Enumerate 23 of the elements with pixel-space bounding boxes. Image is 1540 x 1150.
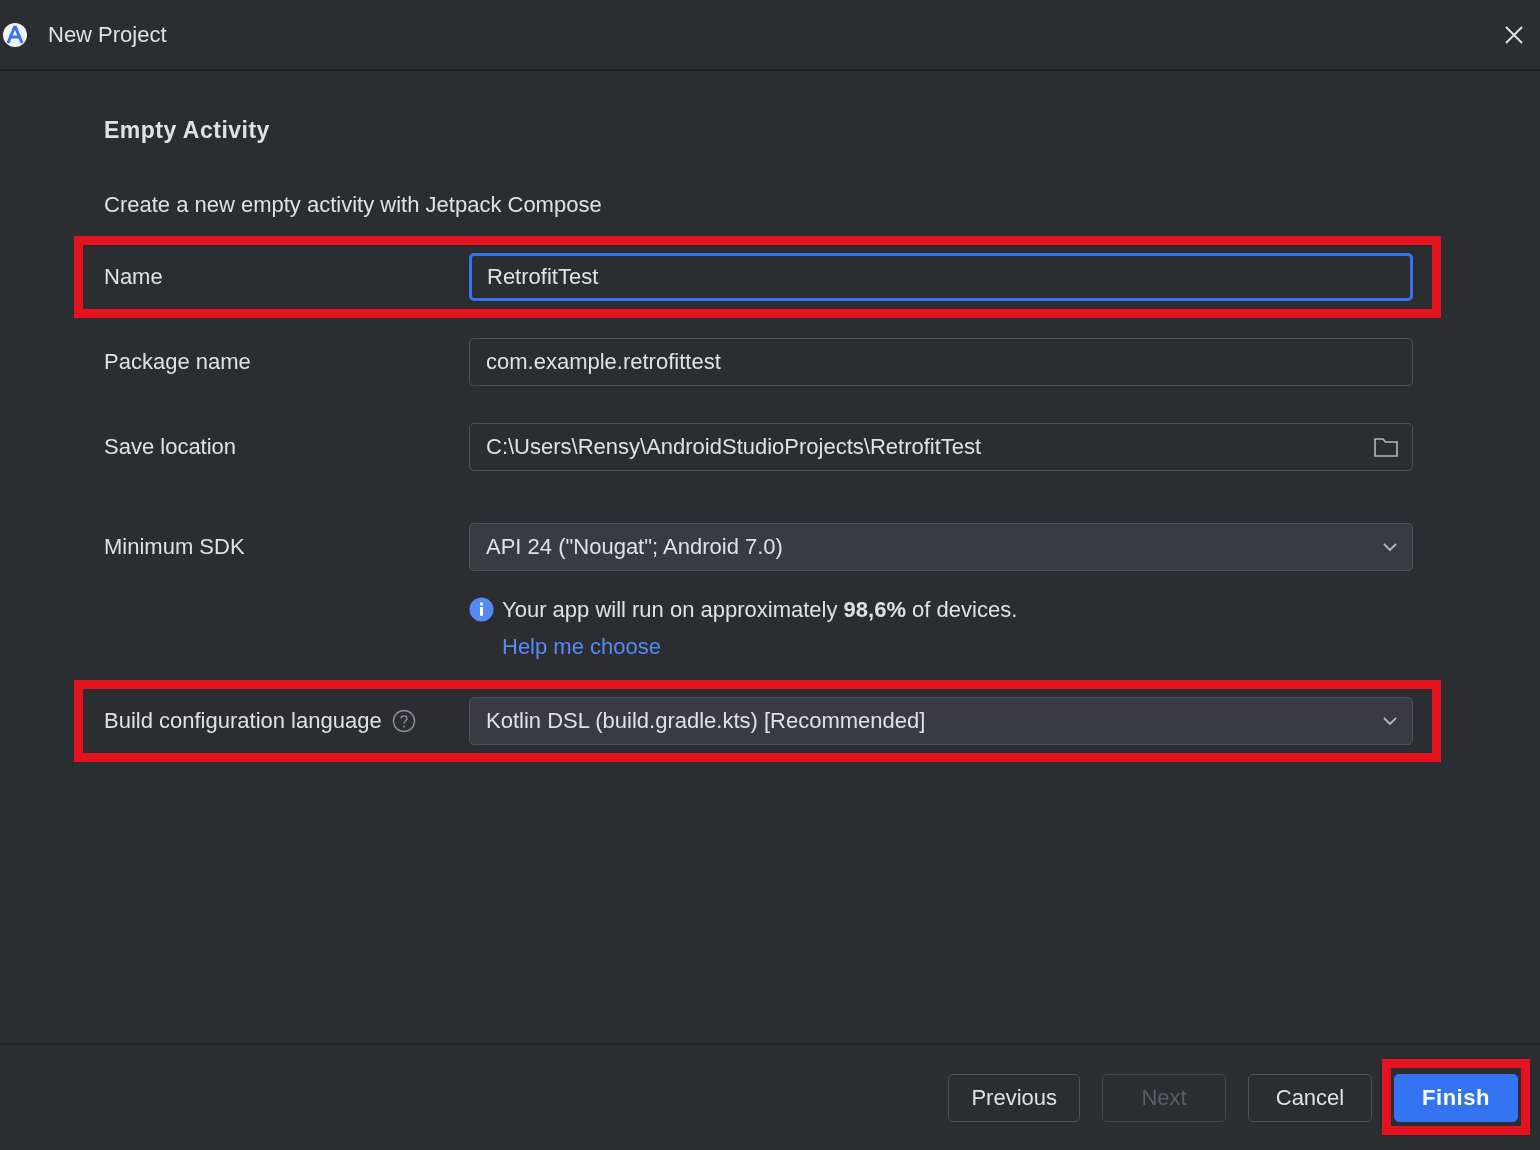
- chevron-icon: [1382, 541, 1398, 552]
- field-label: Minimum SDK: [104, 533, 245, 561]
- path-field[interactable]: C:\Users\Rensy\AndroidStudioProjects\RetrofitTest: [469, 422, 1413, 471]
- section-heading: Empty Activity: [104, 116, 271, 145]
- description-text: Create a new empty activity with Jetpack Compose: [104, 190, 603, 219]
- text-field[interactable]: RetrofitTest: [469, 252, 1413, 301]
- field-label: Build configuration language: [104, 707, 382, 735]
- info-icon: [469, 596, 494, 622]
- dialog-button[interactable]: Finish: [1394, 1073, 1518, 1122]
- field-label: Package name: [104, 348, 251, 376]
- field-label: Save location: [104, 433, 237, 461]
- window-title: New Project: [48, 21, 167, 49]
- field-label: Name: [104, 263, 163, 291]
- chevron-icon: [1382, 715, 1398, 726]
- dropdown[interactable]: API 24 ("Nougat"; Android 7.0): [469, 522, 1413, 571]
- folder-icon[interactable]: [1373, 435, 1399, 458]
- info-text: Your app will run on approximately 98,6% of devices.: [502, 595, 1018, 624]
- dialog-button[interactable]: Cancel: [1248, 1073, 1372, 1122]
- app-logo-icon: [2, 21, 28, 48]
- dialog-button[interactable]: Previous: [948, 1073, 1080, 1122]
- help-link[interactable]: Help me choose: [502, 629, 661, 663]
- text-field[interactable]: com.example.retrofittest: [469, 337, 1413, 386]
- dropdown[interactable]: Kotlin DSL (build.gradle.kts) [Recommended]: [469, 696, 1413, 745]
